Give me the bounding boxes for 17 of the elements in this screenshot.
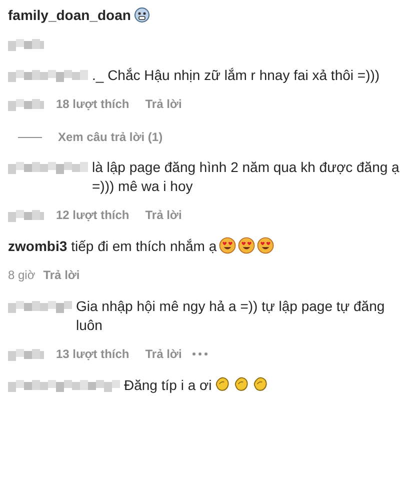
comment-text: Gia nhập hội mê ngy hả a =)) tự lập page tự đăng luôn	[76, 297, 386, 335]
view-replies-link[interactable]: Xem câu trả lời (1)	[58, 130, 163, 144]
reply-link[interactable]: Trả lời	[145, 347, 182, 361]
comment-text: là lập page đăng hình 2 năm qua kh được đăng ạ =))) mê wa i hoy	[92, 158, 400, 196]
reply-link[interactable]: Trả lời	[43, 268, 80, 282]
comment-text: tiếp đi em thích nhắm ạ	[71, 237, 217, 256]
username[interactable]: zwombi3	[8, 237, 68, 256]
like-count[interactable]: 18 lượt thích	[56, 97, 130, 111]
comment-text: Đăng típ i a ơi	[124, 376, 212, 395]
reply-link[interactable]: Trả lời	[145, 208, 182, 222]
like-count[interactable]: 12 lượt thích	[56, 208, 130, 222]
like-count[interactable]: 13 lượt thích	[56, 347, 130, 361]
reply-link[interactable]: Trả lời	[145, 97, 182, 111]
username[interactable]: family_doan_doan	[8, 6, 131, 25]
more-options-icon[interactable]	[192, 352, 208, 356]
timestamp: 8 giờ	[8, 268, 36, 282]
comment-text: ._ Chắc Hậu nhịn zữ lắm r hnay fai xả thôi =)))	[92, 66, 380, 85]
